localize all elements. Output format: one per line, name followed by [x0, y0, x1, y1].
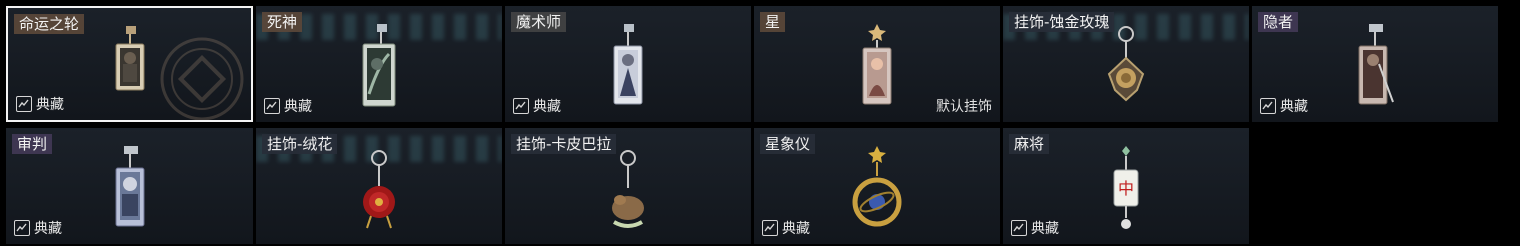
charm-card-mahjong[interactable]: 麻将 中 典藏	[1003, 128, 1249, 244]
card-title: 隐者	[1258, 12, 1299, 32]
collection-icon	[14, 220, 30, 236]
charm-grid: 命运之轮 典藏 死神 典藏 魔术师 典藏 星 默认挂饰 挂饰-蚀金玫瑰 隐者 典…	[0, 0, 1520, 246]
collection-badge: 典藏	[14, 218, 62, 238]
charm-card-star[interactable]: 星 默认挂饰	[754, 6, 1000, 122]
default-charm-label: 默认挂饰	[936, 99, 992, 115]
collection-label: 典藏	[284, 99, 312, 115]
svg-text:中: 中	[1118, 179, 1134, 198]
collection-label: 典藏	[1031, 221, 1059, 237]
collection-icon	[513, 98, 529, 114]
tarot-charm-icon	[115, 146, 144, 227]
charm-card-velvet-flower[interactable]: 挂饰-绒花	[256, 128, 502, 244]
card-title: 命运之轮	[14, 14, 85, 34]
collection-badge: 典藏	[513, 96, 561, 116]
emblem-icon	[160, 37, 244, 120]
card-title: 审判	[12, 134, 53, 154]
collection-badge: 典藏	[264, 96, 312, 116]
card-title: 挂饰-绒花	[262, 134, 338, 154]
collection-badge: 典藏	[16, 94, 64, 114]
collection-label: 典藏	[1280, 99, 1308, 115]
card-title: 麻将	[1009, 134, 1050, 154]
collection-label: 典藏	[36, 97, 64, 113]
charm-card-wheel-of-fortune[interactable]: 命运之轮 典藏	[6, 6, 253, 122]
charm-card-hermit[interactable]: 隐者 典藏	[1252, 6, 1498, 122]
tarot-charm-icon	[115, 26, 144, 91]
collection-label: 典藏	[782, 221, 810, 237]
collection-label: 典藏	[533, 99, 561, 115]
flower-charm-icon	[363, 150, 395, 229]
collection-icon	[1260, 98, 1276, 114]
tarot-charm-icon	[613, 24, 643, 105]
card-title: 星	[760, 12, 786, 32]
card-title: 魔术师	[511, 12, 567, 32]
collection-icon	[1011, 220, 1027, 236]
tarot-charm-icon	[362, 24, 396, 107]
astrolabe-charm-icon	[852, 146, 902, 227]
collection-badge: 典藏	[1260, 96, 1308, 116]
charm-card-capybara[interactable]: 挂饰-卡皮巴拉	[505, 128, 751, 244]
collection-label: 典藏	[34, 221, 62, 237]
charm-card-death[interactable]: 死神 典藏	[256, 6, 502, 122]
card-title: 星象仪	[760, 134, 816, 154]
rose-charm-icon	[1107, 26, 1145, 102]
collection-icon	[762, 220, 778, 236]
card-title: 死神	[262, 12, 303, 32]
tarot-charm-icon	[1358, 24, 1394, 105]
charm-card-gilded-rose[interactable]: 挂饰-蚀金玫瑰	[1003, 6, 1249, 122]
capybara-charm-icon	[612, 150, 644, 228]
collection-icon	[16, 96, 32, 112]
collection-badge: 典藏	[762, 218, 810, 238]
charm-card-magician[interactable]: 魔术师 典藏	[505, 6, 751, 122]
collection-icon	[264, 98, 280, 114]
collection-badge: 典藏	[1011, 218, 1059, 238]
tarot-charm-icon	[862, 24, 892, 105]
mahjong-charm-icon: 中	[1113, 146, 1139, 229]
charm-card-astrolabe[interactable]: 星象仪 典藏	[754, 128, 1000, 244]
card-title: 挂饰-卡皮巴拉	[511, 134, 617, 154]
charm-card-judgement[interactable]: 审判 典藏	[6, 128, 253, 244]
